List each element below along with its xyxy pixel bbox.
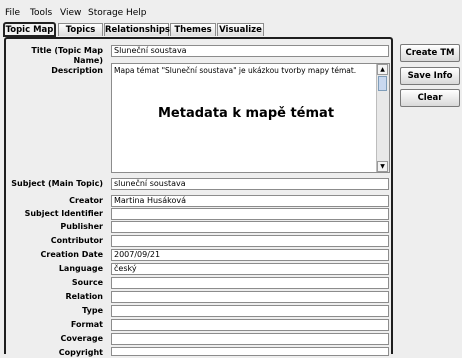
contributor-field[interactable] xyxy=(111,235,389,247)
coverage-field[interactable] xyxy=(111,333,389,345)
description-text: Mapa témat "Sluneční soustava" je ukázko… xyxy=(114,66,357,75)
tab-themes[interactable]: Themes xyxy=(170,23,216,36)
publisher-label: Publisher xyxy=(60,222,103,231)
creator-field[interactable]: Martina Husáková xyxy=(111,195,389,207)
source-label: Source xyxy=(71,278,103,287)
creation-date-field[interactable]: 2007/09/21 xyxy=(111,249,389,261)
tab-topics[interactable]: Topics xyxy=(58,23,103,36)
relation-field[interactable] xyxy=(111,291,389,303)
save-info-button[interactable]: Save Info xyxy=(400,67,460,85)
scroll-thumb[interactable] xyxy=(378,76,387,91)
tab-bar: Topic Map Topics Relationships Themes Vi… xyxy=(0,21,462,37)
clear-button[interactable]: Clear xyxy=(400,89,460,107)
coverage-label: Coverage xyxy=(60,334,103,343)
description-scrollbar[interactable]: ▲ ▼ xyxy=(376,64,389,172)
contributor-label: Contributor xyxy=(50,236,103,245)
creator-label: Creator xyxy=(69,196,103,205)
menu-view[interactable]: View xyxy=(60,8,81,19)
language-field[interactable]: český xyxy=(111,263,389,275)
format-field[interactable] xyxy=(111,319,389,331)
scroll-down-icon[interactable]: ▼ xyxy=(377,161,388,172)
create-tm-button[interactable]: Create TM xyxy=(400,44,460,62)
title-field[interactable]: Sluneční soustava xyxy=(111,45,389,57)
title-label: Title (Topic Map Name) xyxy=(31,46,103,65)
copyright-label: Copyright xyxy=(58,348,103,357)
menu-storage[interactable]: Storage xyxy=(88,8,123,19)
menu-file[interactable]: File xyxy=(5,8,20,19)
language-label: Language xyxy=(58,264,103,273)
relation-label: Relation xyxy=(65,292,103,301)
menu-bar: File Tools View Storage Help xyxy=(0,0,462,21)
subject-identifier-field[interactable] xyxy=(111,208,389,220)
menu-help[interactable]: Help xyxy=(126,8,147,19)
subject-identifier-label: Subject Identifier xyxy=(24,209,103,218)
description-textarea[interactable]: Mapa témat "Sluneční soustava" je ukázko… xyxy=(111,63,390,173)
publisher-field[interactable] xyxy=(111,221,389,233)
actions-panel: Create TM Save Info Clear xyxy=(396,37,462,354)
tab-visualize[interactable]: Visualize xyxy=(217,23,264,36)
topic-map-panel: Title (Topic Map Name) Sluneční soustava… xyxy=(4,37,393,357)
type-field[interactable] xyxy=(111,305,389,317)
copyright-field[interactable] xyxy=(111,347,389,356)
menu-tools[interactable]: Tools xyxy=(30,8,52,19)
tab-topic-map[interactable]: Topic Map xyxy=(3,22,56,37)
source-field[interactable] xyxy=(111,277,389,289)
subject-field[interactable]: sluneční soustava xyxy=(111,178,389,190)
subject-label: Subject (Main Topic) xyxy=(11,179,103,188)
description-label: Description xyxy=(51,66,103,75)
creation-date-label: Creation Date xyxy=(40,250,103,259)
overlay-text: Metadata k mapě témat xyxy=(158,106,335,121)
type-label: Type xyxy=(82,306,103,315)
format-label: Format xyxy=(70,320,103,329)
scroll-up-icon[interactable]: ▲ xyxy=(377,64,388,75)
tab-relationships[interactable]: Relationships xyxy=(104,23,170,36)
